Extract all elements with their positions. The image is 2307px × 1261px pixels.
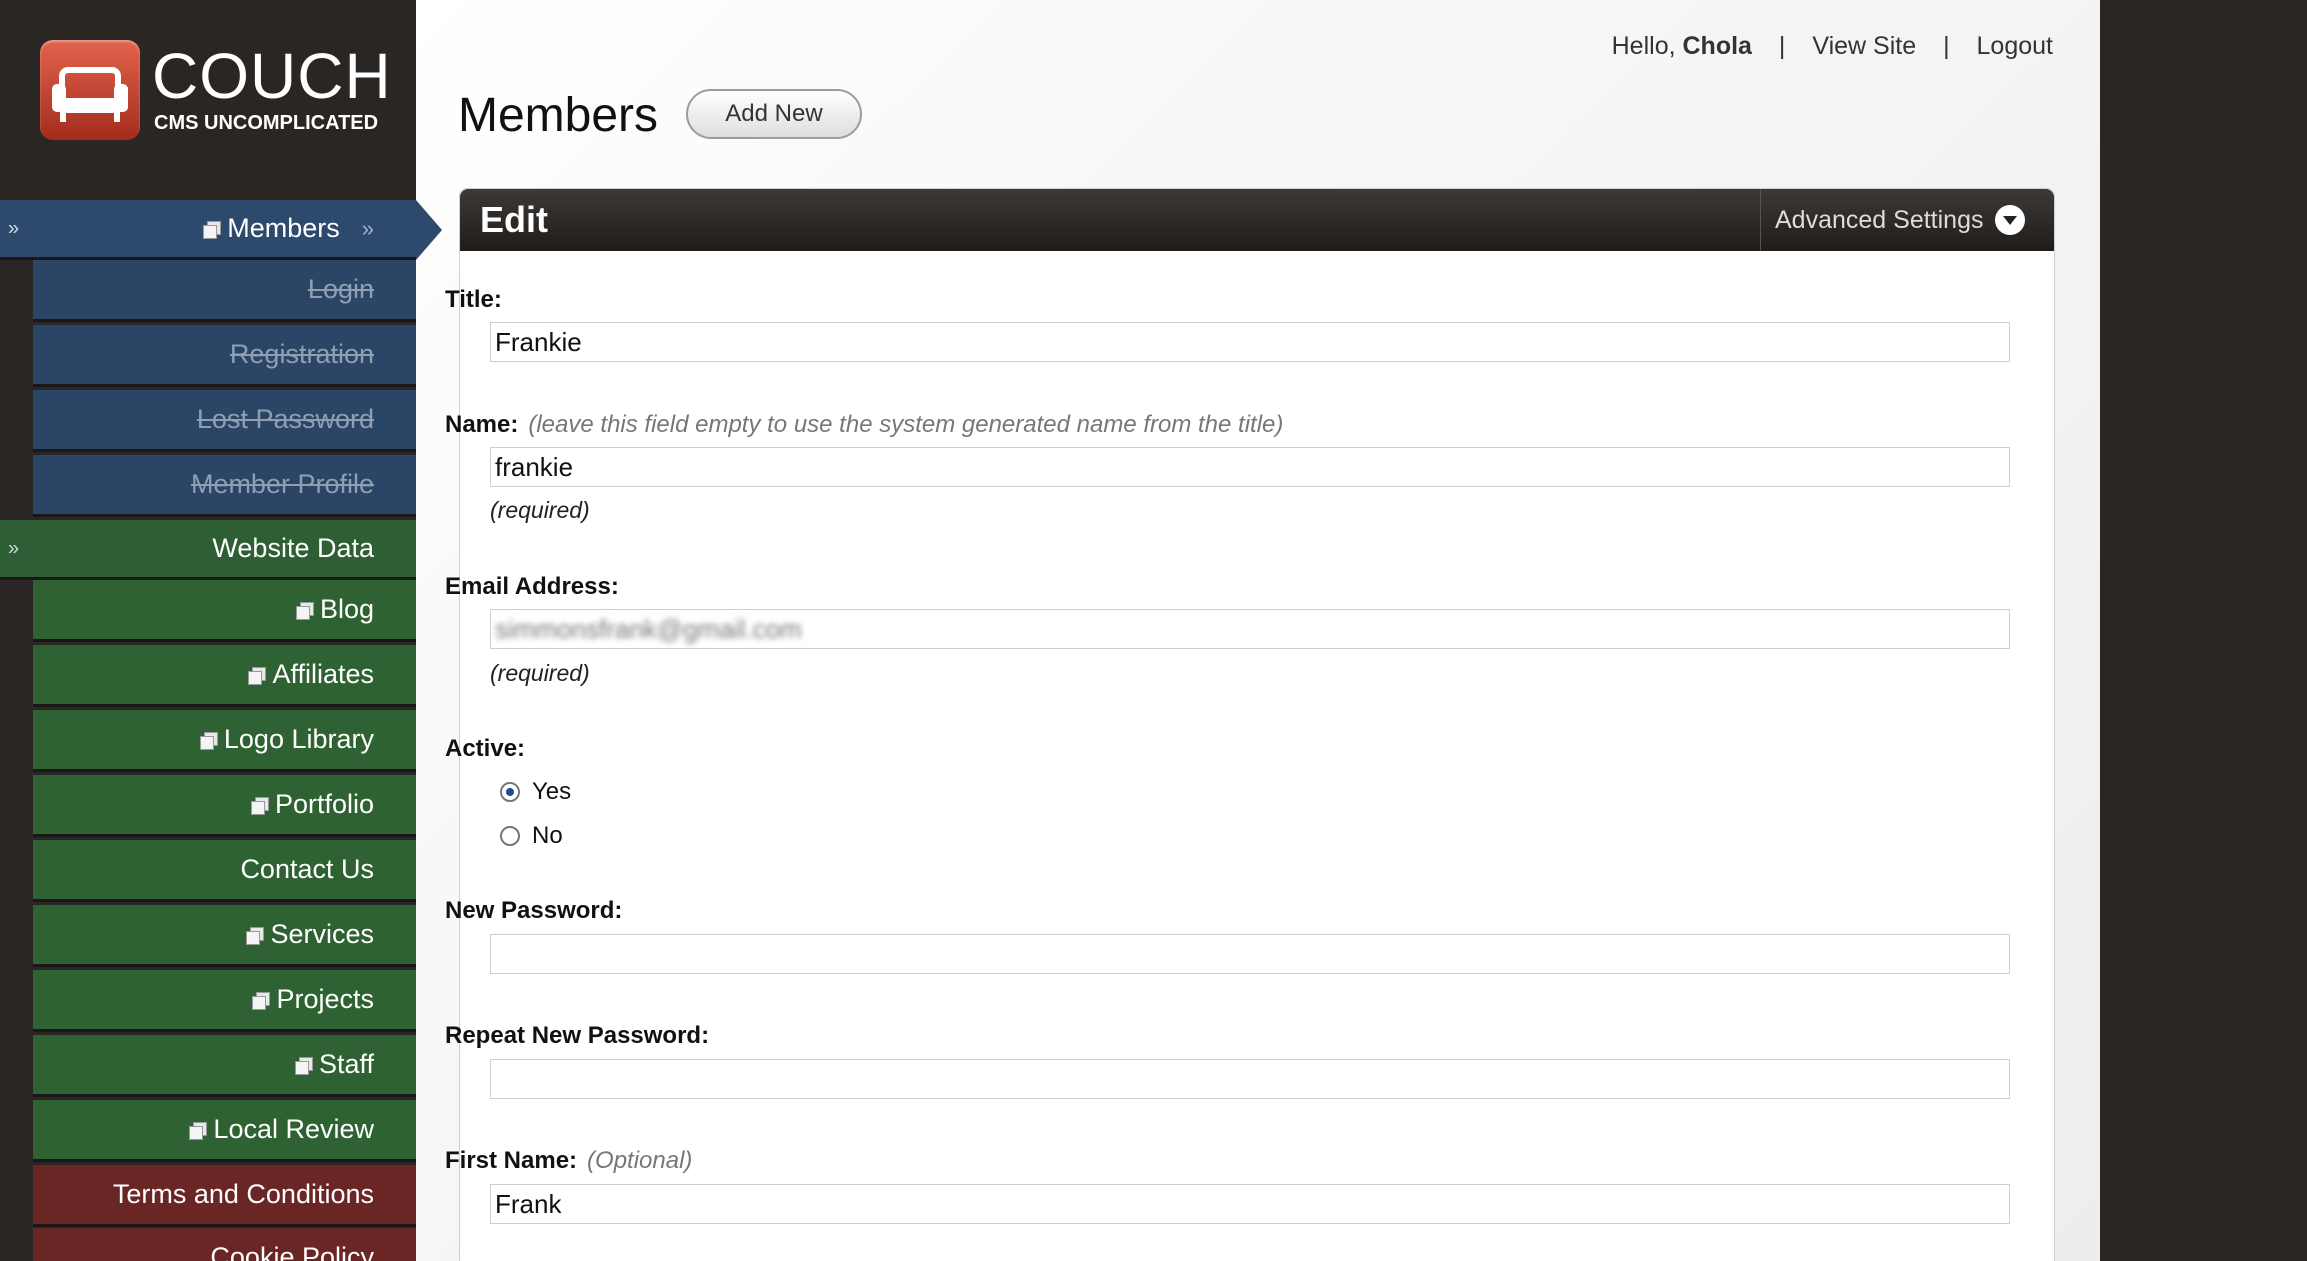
right-margin	[2100, 0, 2307, 1261]
sidebar-item-label: Services	[270, 919, 374, 949]
sidebar-item-website-data[interactable]: » Website Data	[0, 520, 416, 580]
sidebar-item-portfolio[interactable]: Portfolio	[33, 775, 416, 837]
chevron-down-icon	[1995, 205, 2026, 235]
active-no-label: No	[532, 822, 563, 849]
sidebar: COUCH CMS UNCOMPLICATED » Members » Logi…	[0, 0, 416, 1261]
sidebar-item-cookie-policy[interactable]: Cookie Policy	[33, 1228, 416, 1261]
active-no-radio[interactable]: No	[500, 822, 563, 850]
new-password-input[interactable]	[490, 934, 2010, 974]
greeting: Hello,	[1611, 32, 1676, 60]
sidebar-item-registration[interactable]: Registration	[33, 325, 416, 387]
sidebar-item-staff[interactable]: Staff	[33, 1035, 416, 1097]
active-yes-radio[interactable]: Yes	[500, 778, 571, 806]
page-icon	[203, 220, 222, 239]
first-name-label: First Name: (Optional)	[445, 1147, 692, 1175]
name-label-text: Name:	[445, 411, 519, 438]
name-required-note: (required)	[490, 497, 590, 523]
sidebar-item-label: Staff	[318, 1049, 374, 1079]
title-label: Title:	[445, 286, 502, 313]
view-site-link[interactable]: View Site	[1812, 32, 1916, 60]
sidebar-item-label: Logo Library	[223, 724, 374, 754]
page-icon	[250, 796, 269, 815]
first-name-hint: (Optional)	[587, 1147, 693, 1174]
sidebar-item-label: Registration	[229, 339, 374, 369]
sidebar-item-label: Member Profile	[190, 469, 374, 499]
nav-separator: |	[1943, 32, 1950, 60]
add-new-button[interactable]: Add New	[686, 89, 862, 139]
first-name-input[interactable]	[490, 1184, 2010, 1224]
sidebar-item-label: Contact Us	[240, 854, 374, 884]
email-required-note: (required)	[490, 660, 590, 686]
repeat-password-label: Repeat New Password:	[445, 1022, 710, 1049]
sidebar-item-label: Login	[307, 274, 374, 304]
email-value: simmonsfrank@gmail.com	[495, 614, 802, 644]
logo-tagline: CMS UNCOMPLICATED	[154, 112, 379, 134]
sidebar-item-services[interactable]: Services	[33, 905, 416, 967]
page-icon	[294, 1056, 313, 1075]
panel-header: Edit Advanced Settings	[460, 189, 2054, 251]
first-name-label-text: First Name:	[445, 1147, 578, 1174]
sidebar-item-label: Lost Password	[196, 404, 374, 434]
sidebar-item-logo-library[interactable]: Logo Library	[33, 710, 416, 772]
couch-icon	[40, 40, 140, 140]
sidebar-item-label: Terms and Conditions	[112, 1179, 374, 1209]
advanced-settings-button[interactable]: Advanced Settings	[1760, 189, 2054, 251]
active-label: Active:	[445, 735, 526, 762]
username: Chola	[1682, 32, 1752, 60]
sidebar-item-login[interactable]: Login	[33, 260, 416, 322]
new-password-label: New Password:	[445, 897, 623, 924]
name-label: Name: (leave this field empty to use the …	[445, 411, 1283, 439]
sidebar-item-member-profile[interactable]: Member Profile	[33, 455, 416, 517]
page-icon	[248, 666, 267, 685]
sidebar-item-label: Cookie Policy	[210, 1242, 374, 1261]
email-label: Email Address:	[445, 573, 619, 600]
title-input[interactable]	[490, 322, 2010, 362]
name-input[interactable]	[490, 447, 2010, 487]
page-icon	[246, 926, 265, 945]
page-icon	[189, 1121, 208, 1140]
sidebar-item-label: Members	[227, 213, 340, 243]
sidebar-item-contact-us[interactable]: Contact Us	[33, 840, 416, 902]
logo-wordmark: COUCH	[152, 40, 392, 112]
sidebar-item-members[interactable]: » Members »	[0, 200, 416, 260]
sidebar-item-label: Projects	[276, 984, 374, 1014]
page-icon	[199, 731, 218, 750]
radio-unchecked-icon	[500, 826, 520, 846]
sidebar-item-label: Website Data	[212, 533, 374, 563]
active-arrow-icon: »	[361, 215, 374, 241]
page-title: Members	[458, 89, 659, 142]
sidebar-item-local-review[interactable]: Local Review	[33, 1100, 416, 1162]
logout-link[interactable]: Logout	[1977, 32, 2053, 60]
nav-separator: |	[1778, 32, 1786, 60]
active-pointer-icon	[416, 200, 442, 260]
sidebar-item-projects[interactable]: Projects	[33, 970, 416, 1032]
advanced-settings-label: Advanced Settings	[1775, 205, 1984, 234]
panel-title: Edit	[480, 199, 548, 240]
active-yes-label: Yes	[532, 778, 572, 805]
sidebar-item-blog[interactable]: Blog	[33, 580, 416, 642]
radio-checked-icon	[500, 782, 520, 802]
collapse-icon[interactable]: »	[8, 537, 19, 560]
sidebar-item-label: Portfolio	[274, 789, 374, 819]
email-input[interactable]: simmonsfrank@gmail.com	[490, 609, 2010, 649]
top-nav: Hello, Chola | View Site | Logout	[1612, 32, 2053, 61]
sidebar-item-lost-password[interactable]: Lost Password	[33, 390, 416, 452]
page-icon	[252, 991, 271, 1010]
name-hint: (leave this field empty to use the syste…	[528, 411, 1284, 438]
sidebar-item-label: Blog	[319, 594, 374, 624]
sidebar-item-affiliates[interactable]: Affiliates	[33, 645, 416, 707]
collapse-icon[interactable]: »	[8, 217, 19, 240]
sidebar-item-label: Affiliates	[272, 659, 374, 689]
sidebar-item-terms[interactable]: Terms and Conditions	[33, 1165, 416, 1227]
page-icon	[295, 601, 314, 620]
repeat-password-input[interactable]	[490, 1059, 2010, 1099]
sidebar-item-label: Local Review	[213, 1114, 374, 1144]
